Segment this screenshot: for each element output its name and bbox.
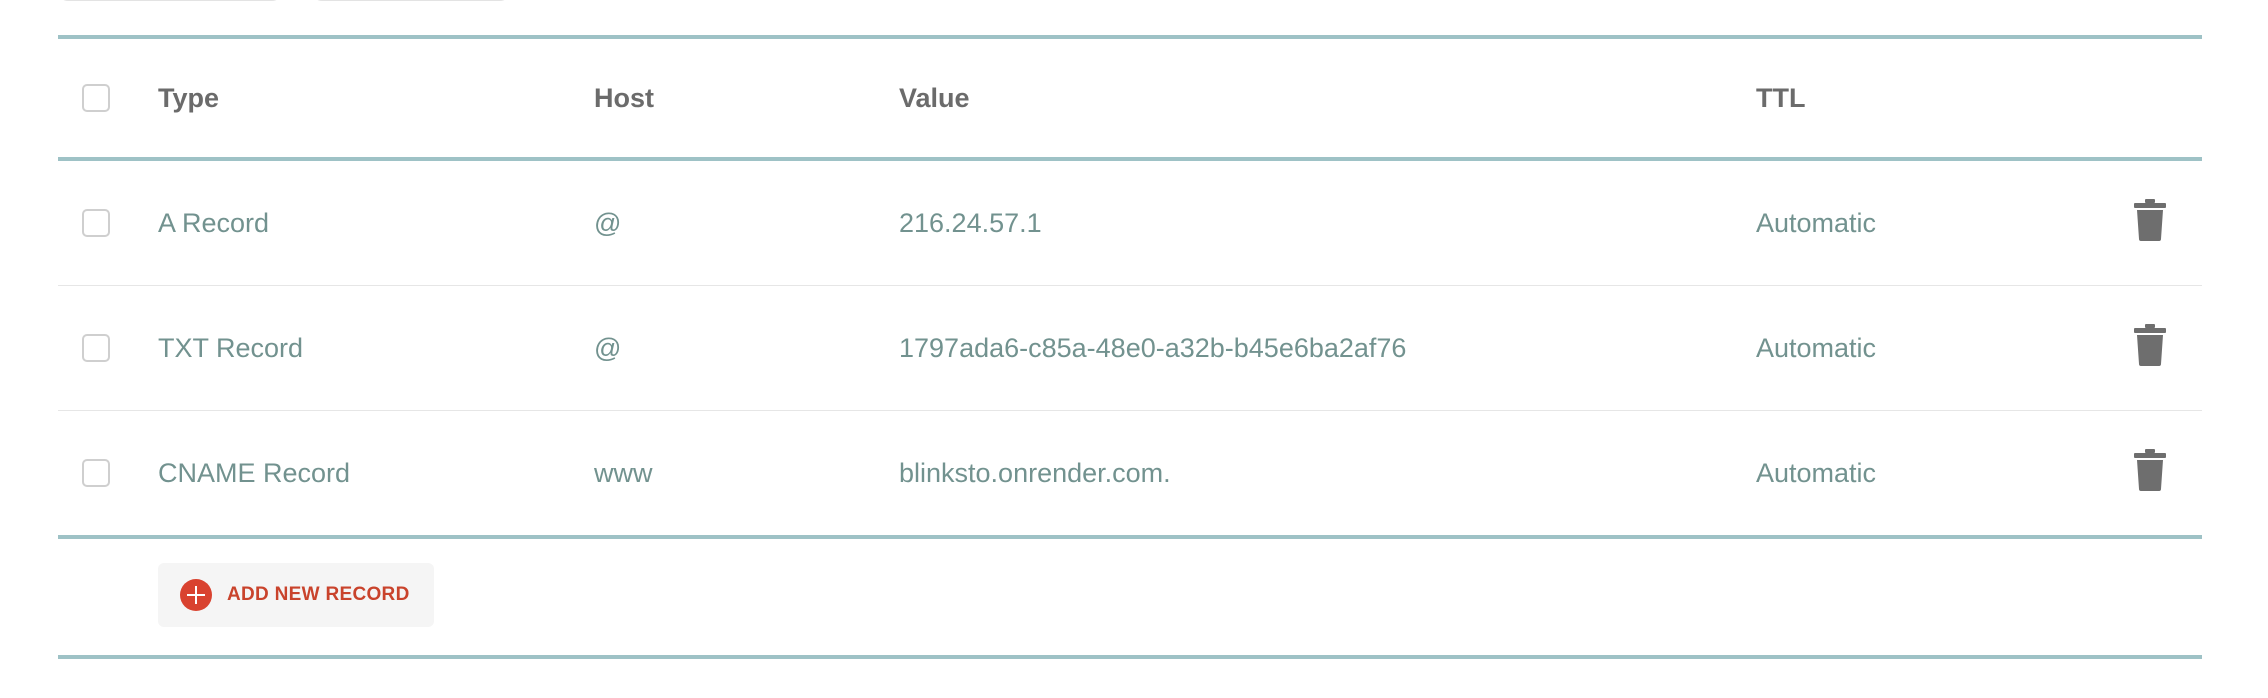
table-header-row: Type Host Value TTL — [58, 39, 2202, 157]
trash-icon — [2134, 198, 2166, 248]
row-checkbox[interactable] — [82, 209, 110, 237]
record-type: CNAME Record — [158, 457, 351, 488]
record-ttl: Automatic — [1756, 332, 1877, 363]
plus-circle-icon — [180, 579, 212, 611]
record-type: TXT Record — [158, 332, 304, 363]
record-host: @ — [594, 332, 622, 363]
row-checkbox[interactable] — [82, 334, 110, 362]
record-host: @ — [594, 207, 622, 238]
dns-records-table: Type Host Value TTL A Record @ 216.24.57… — [58, 35, 2202, 659]
row-checkbox[interactable] — [82, 459, 110, 487]
toolbar-button-partial[interactable] — [58, 0, 282, 1]
toolbar-button-partial[interactable] — [312, 0, 510, 1]
record-value: 1797ada6-c85a-48e0-a32b-b45e6ba2af76 — [899, 332, 1407, 363]
trash-icon — [2134, 448, 2166, 498]
record-ttl: Automatic — [1756, 207, 1877, 238]
delete-record-button[interactable] — [2130, 448, 2170, 498]
column-header-ttl[interactable]: TTL — [1756, 39, 1805, 157]
column-header-value[interactable]: Value — [899, 39, 970, 157]
record-host: www — [594, 457, 653, 488]
column-header-host[interactable]: Host — [594, 39, 654, 157]
delete-record-button[interactable] — [2130, 323, 2170, 373]
table-row: TXT Record @ 1797ada6-c85a-48e0-a32b-b45… — [58, 286, 2202, 410]
table-row: A Record @ 216.24.57.1 Automatic — [58, 161, 2202, 285]
column-header-type[interactable]: Type — [158, 39, 219, 157]
add-new-record-label: ADD NEW RECORD — [227, 584, 410, 605]
record-value: blinksto.onrender.com. — [899, 457, 1171, 488]
trash-icon — [2134, 323, 2166, 373]
record-type: A Record — [158, 207, 270, 238]
table-row: CNAME Record www blinksto.onrender.com. … — [58, 411, 2202, 535]
record-value: 216.24.57.1 — [899, 207, 1042, 238]
select-all-checkbox[interactable] — [82, 84, 110, 112]
table-footer: ADD NEW RECORD — [58, 539, 2202, 655]
delete-record-button[interactable] — [2130, 198, 2170, 248]
add-new-record-button[interactable]: ADD NEW RECORD — [158, 563, 434, 627]
dns-records-page: Type Host Value TTL A Record @ 216.24.57… — [0, 0, 2268, 698]
table-bottom-rule — [58, 655, 2202, 659]
record-ttl: Automatic — [1756, 457, 1877, 488]
